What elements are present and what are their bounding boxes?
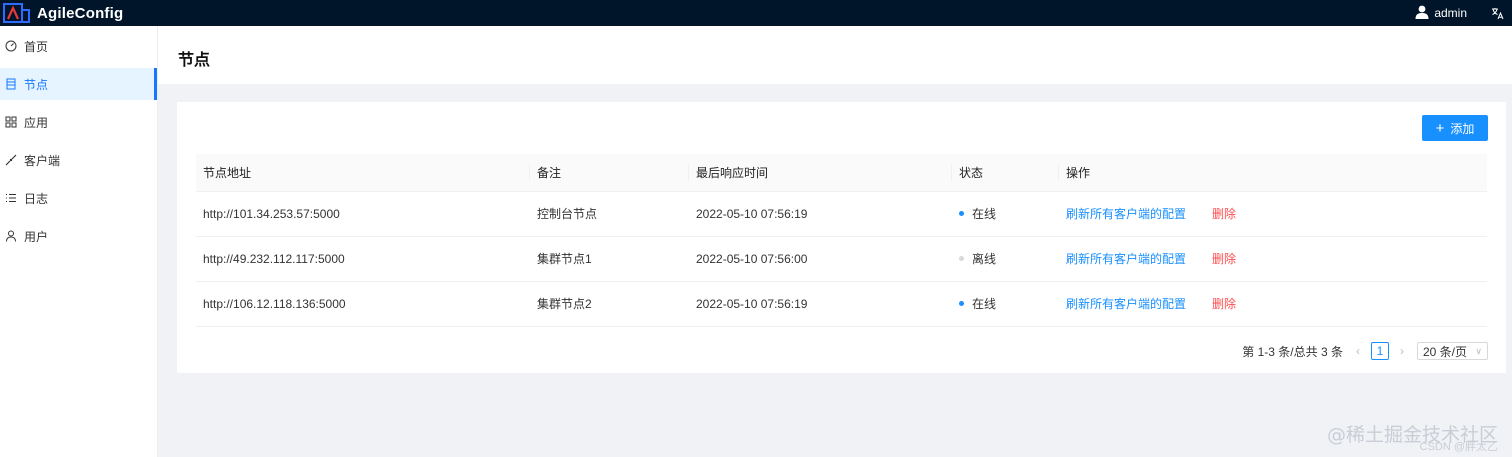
table-row: http://101.34.253.57:5000 控制台节点 2022-05-… bbox=[196, 191, 1487, 237]
sidebar-item-label: 客户端 bbox=[24, 153, 61, 168]
column-header-status: 状态 bbox=[952, 154, 1059, 192]
top-bar: AgileConfig admin bbox=[0, 0, 1512, 26]
refresh-clients-link[interactable]: 刷新所有客户端的配置 bbox=[1066, 297, 1186, 311]
status-badge: 在线 bbox=[959, 295, 1059, 312]
sidebar-item-label: 应用 bbox=[24, 115, 49, 130]
column-header-address: 节点地址 bbox=[196, 154, 530, 192]
delete-link[interactable]: 删除 bbox=[1212, 207, 1236, 221]
node-icon bbox=[5, 78, 17, 90]
add-button[interactable]: + 添加 bbox=[1422, 115, 1488, 141]
app-title: AgileConfig bbox=[37, 4, 124, 22]
table-row: http://106.12.118.136:5000 集群节点2 2022-05… bbox=[196, 281, 1487, 327]
translate-icon[interactable] bbox=[1491, 7, 1504, 20]
status-badge: 离线 bbox=[959, 250, 1059, 267]
add-button-label: 添加 bbox=[1450, 121, 1475, 136]
user-icon bbox=[5, 230, 17, 242]
node-last-response: 2022-05-10 07:56:19 bbox=[689, 191, 952, 237]
sidebar-item-label: 节点 bbox=[24, 77, 49, 92]
status-dot bbox=[959, 301, 964, 306]
chevron-right-icon[interactable]: › bbox=[1395, 344, 1409, 358]
apps-icon bbox=[5, 116, 17, 128]
delete-link[interactable]: 删除 bbox=[1212, 252, 1236, 266]
node-table: 节点地址 备注 最后响应时间 状态 操作 http://101.34.253.5… bbox=[196, 154, 1487, 327]
status-dot bbox=[959, 211, 964, 216]
log-icon bbox=[5, 192, 17, 204]
refresh-clients-link[interactable]: 刷新所有客户端的配置 bbox=[1066, 207, 1186, 221]
logo[interactable]: AgileConfig bbox=[0, 0, 123, 26]
sidebar-item-users[interactable]: 用户 bbox=[0, 220, 157, 252]
node-remark: 集群节点2 bbox=[530, 281, 689, 327]
page-header: 节点 bbox=[158, 26, 1512, 84]
client-icon bbox=[5, 154, 17, 166]
column-header-remark: 备注 bbox=[530, 154, 689, 192]
status-dot bbox=[959, 256, 964, 261]
user-name: admin bbox=[1434, 6, 1467, 20]
dashboard-icon bbox=[5, 40, 17, 52]
pagination-total: 第 1-3 条/总共 3 条 bbox=[1242, 344, 1343, 359]
pagination: 第 1-3 条/总共 3 条 ‹ 1 › 20 条/页 ∨ bbox=[1242, 342, 1488, 360]
node-address: http://101.34.253.57:5000 bbox=[196, 191, 530, 237]
sidebar: 首页 节点 应用 客户端 日志 用户 bbox=[0, 26, 158, 457]
page-number-current[interactable]: 1 bbox=[1371, 342, 1389, 360]
user-menu[interactable]: admin bbox=[1415, 5, 1467, 22]
chevron-left-icon[interactable]: ‹ bbox=[1351, 344, 1365, 358]
table-header-row: 节点地址 备注 最后响应时间 状态 操作 bbox=[196, 154, 1487, 192]
avatar-icon bbox=[1415, 5, 1429, 22]
table-row: http://49.232.112.117:5000 集群节点1 2022-05… bbox=[196, 236, 1487, 282]
page-size-select[interactable]: 20 条/页 ∨ bbox=[1417, 342, 1488, 360]
column-header-last-response: 最后响应时间 bbox=[689, 154, 952, 192]
node-address: http://106.12.118.136:5000 bbox=[196, 281, 530, 327]
node-remark: 集群节点1 bbox=[530, 236, 689, 282]
sidebar-item-label: 首页 bbox=[24, 39, 49, 54]
sidebar-item-home[interactable]: 首页 bbox=[0, 30, 157, 62]
node-remark: 控制台节点 bbox=[530, 191, 689, 237]
page-size-value: 20 条/页 bbox=[1423, 344, 1468, 359]
node-address: http://49.232.112.117:5000 bbox=[196, 236, 530, 282]
refresh-clients-link[interactable]: 刷新所有客户端的配置 bbox=[1066, 252, 1186, 266]
logo-icon bbox=[3, 2, 31, 24]
chevron-down-icon: ∨ bbox=[1475, 345, 1482, 356]
sidebar-item-label: 用户 bbox=[24, 229, 49, 244]
sidebar-item-logs[interactable]: 日志 bbox=[0, 182, 157, 214]
sidebar-item-nodes[interactable]: 节点 bbox=[0, 68, 157, 100]
sidebar-item-apps[interactable]: 应用 bbox=[0, 106, 157, 138]
status-badge: 在线 bbox=[959, 205, 1059, 222]
node-list-card: + 添加 节点地址 备注 最后响应时间 状态 操作 http://101.34.… bbox=[177, 102, 1506, 373]
node-last-response: 2022-05-10 07:56:00 bbox=[689, 236, 952, 282]
plus-icon: + bbox=[1435, 119, 1445, 137]
node-last-response: 2022-05-10 07:56:19 bbox=[689, 281, 952, 327]
column-header-actions: 操作 bbox=[1059, 154, 1487, 192]
sidebar-item-label: 日志 bbox=[24, 191, 49, 206]
watermark-sub: CSDN @胖太乙 bbox=[1419, 441, 1498, 453]
page-title: 节点 bbox=[178, 52, 211, 69]
sidebar-item-clients[interactable]: 客户端 bbox=[0, 144, 157, 176]
delete-link[interactable]: 删除 bbox=[1212, 297, 1236, 311]
